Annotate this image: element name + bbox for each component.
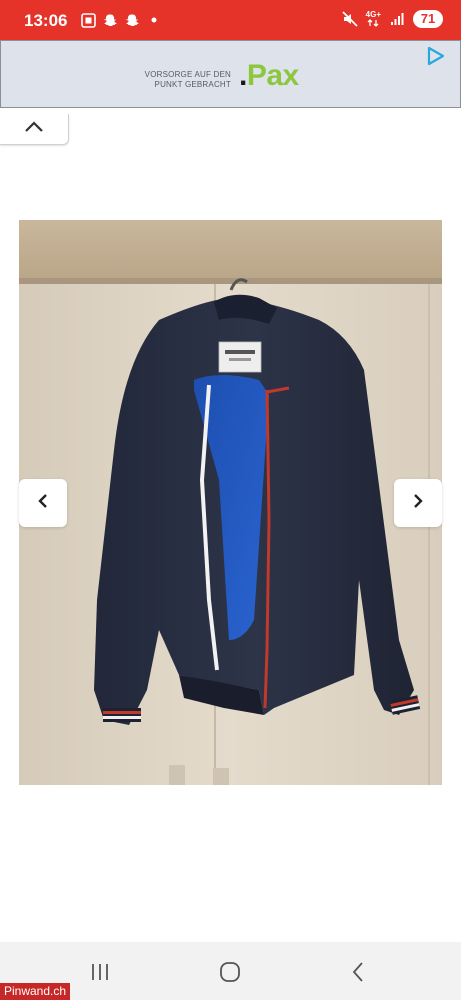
status-system-icons: 4G+ 71 bbox=[342, 10, 443, 28]
ad-banner[interactable]: VORSORGE AUF DEN PUNKT GEBRACHT .Pax bbox=[0, 40, 461, 108]
status-bar: 13:06 4G+ 71 bbox=[0, 0, 461, 40]
ad-tagline: VORSORGE AUF DEN PUNKT GEBRACHT bbox=[143, 70, 231, 90]
ad-tagline-line2: PUNKT GEBRACHT bbox=[154, 80, 231, 89]
snapchat-icon bbox=[124, 12, 140, 28]
status-notification-icons bbox=[80, 12, 162, 28]
collapse-button[interactable] bbox=[0, 114, 69, 145]
back-icon[interactable] bbox=[350, 961, 366, 988]
chevron-up-icon bbox=[24, 120, 44, 138]
gallery-prev-button[interactable] bbox=[19, 479, 67, 527]
mute-icon bbox=[342, 11, 358, 27]
chevron-left-icon bbox=[37, 492, 49, 515]
signal-icon bbox=[389, 11, 405, 27]
chevron-right-icon bbox=[412, 492, 424, 515]
ad-tagline-line1: VORSORGE AUF DEN bbox=[144, 70, 231, 79]
ad-brand-logo: .Pax bbox=[239, 59, 299, 92]
status-time: 13:06 bbox=[24, 11, 68, 30]
home-icon[interactable] bbox=[219, 961, 241, 988]
gallery-next-button[interactable] bbox=[394, 479, 442, 527]
dot-icon bbox=[146, 12, 162, 28]
ad-play-icon[interactable] bbox=[424, 45, 446, 67]
jacket-image bbox=[19, 220, 442, 785]
battery-icon: 71 bbox=[413, 10, 443, 28]
listing-photo[interactable] bbox=[19, 220, 442, 785]
screenshot-icon bbox=[80, 12, 96, 28]
snapchat-icon bbox=[102, 12, 118, 28]
recents-icon[interactable] bbox=[88, 962, 114, 987]
watermark: Pinwand.ch bbox=[0, 983, 71, 1000]
network-4g-icon: 4G+ bbox=[366, 11, 381, 27]
